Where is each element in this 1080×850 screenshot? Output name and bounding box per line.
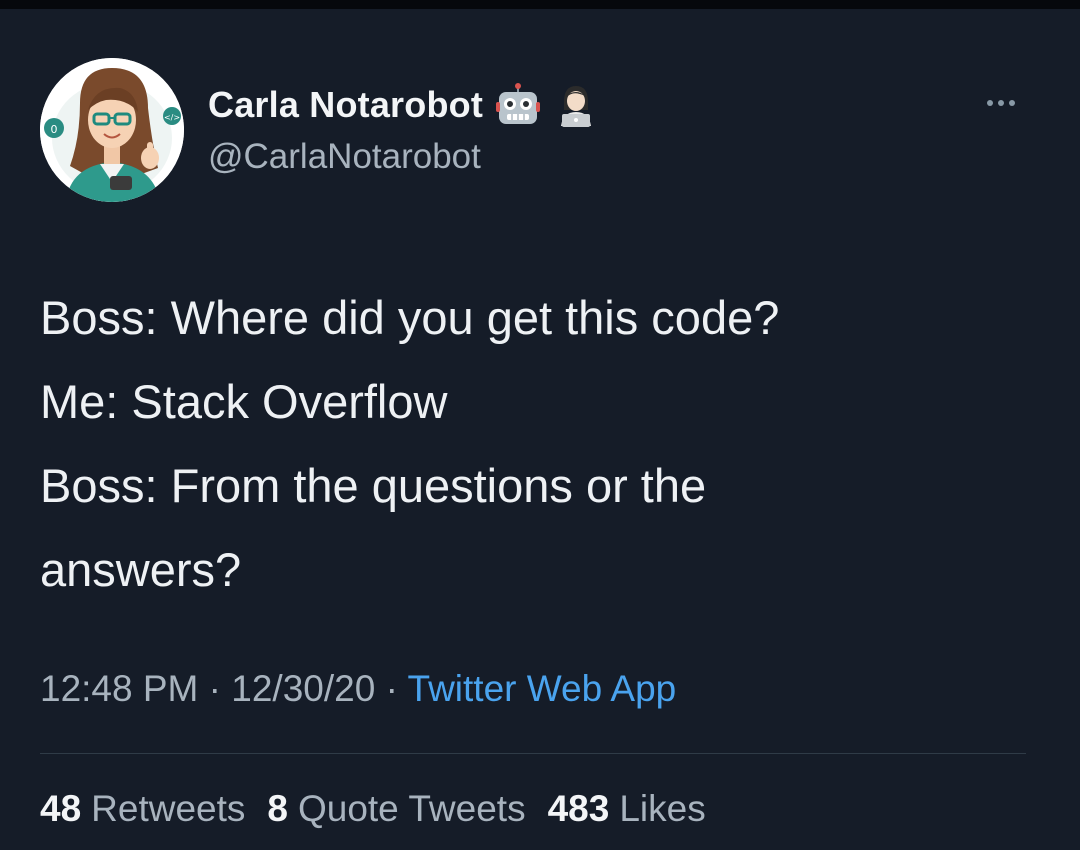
author-handle[interactable]: @CarlaNotarobot [208,137,481,177]
tweet-metadata: 12:48 PM · 12/30/20 · Twitter Web App [40,668,676,710]
svg-text:</>: </> [164,113,180,122]
robot-face-icon [495,82,541,128]
retweets-stat[interactable]: 48 Retweets [40,788,245,830]
more-dot-icon [998,100,1004,106]
quote-tweets-label: Quote Tweets [297,788,526,829]
divider [40,753,1026,754]
tweet-date[interactable]: 12/30/20 [231,668,375,709]
likes-stat[interactable]: 483 Likes [548,788,706,830]
more-dot-icon [1009,100,1015,106]
tweet-text-line: Me: Stack Overflow [40,375,448,428]
tweet-text: Boss: Where did you get this code? Me: S… [40,276,1040,612]
quote-tweets-count: 8 [267,788,288,829]
more-dot-icon [987,100,993,106]
svg-text:0: 0 [51,123,58,136]
tweet-stats: 48 Retweets 8 Quote Tweets 483 Likes [40,788,706,830]
retweets-label: Retweets [91,788,246,829]
retweets-count: 48 [40,788,82,829]
avatar[interactable]: 0 </> [40,58,184,202]
tweet-card: 0 </> Carla Notarobot @CarlaNotarobot Bo… [0,0,1080,850]
meta-separator: · [385,668,398,709]
woman-technologist-icon [553,82,599,128]
tweet-source-link[interactable]: Twitter Web App [408,668,677,709]
tweet-time[interactable]: 12:48 PM [40,668,198,709]
author-display-name[interactable]: Carla Notarobot [208,84,483,126]
tweet-text-line: answers? [40,543,242,596]
author-name-row: Carla Notarobot [208,82,599,128]
meta-separator: · [208,668,221,709]
likes-count: 483 [547,788,610,829]
likes-label: Likes [619,788,706,829]
tweet-text-line: Boss: From the questions or the [40,459,707,512]
more-options-button[interactable] [978,88,1024,118]
tweet-text-line: Boss: Where did you get this code? [40,291,780,344]
quote-tweets-stat[interactable]: 8 Quote Tweets [267,788,525,830]
